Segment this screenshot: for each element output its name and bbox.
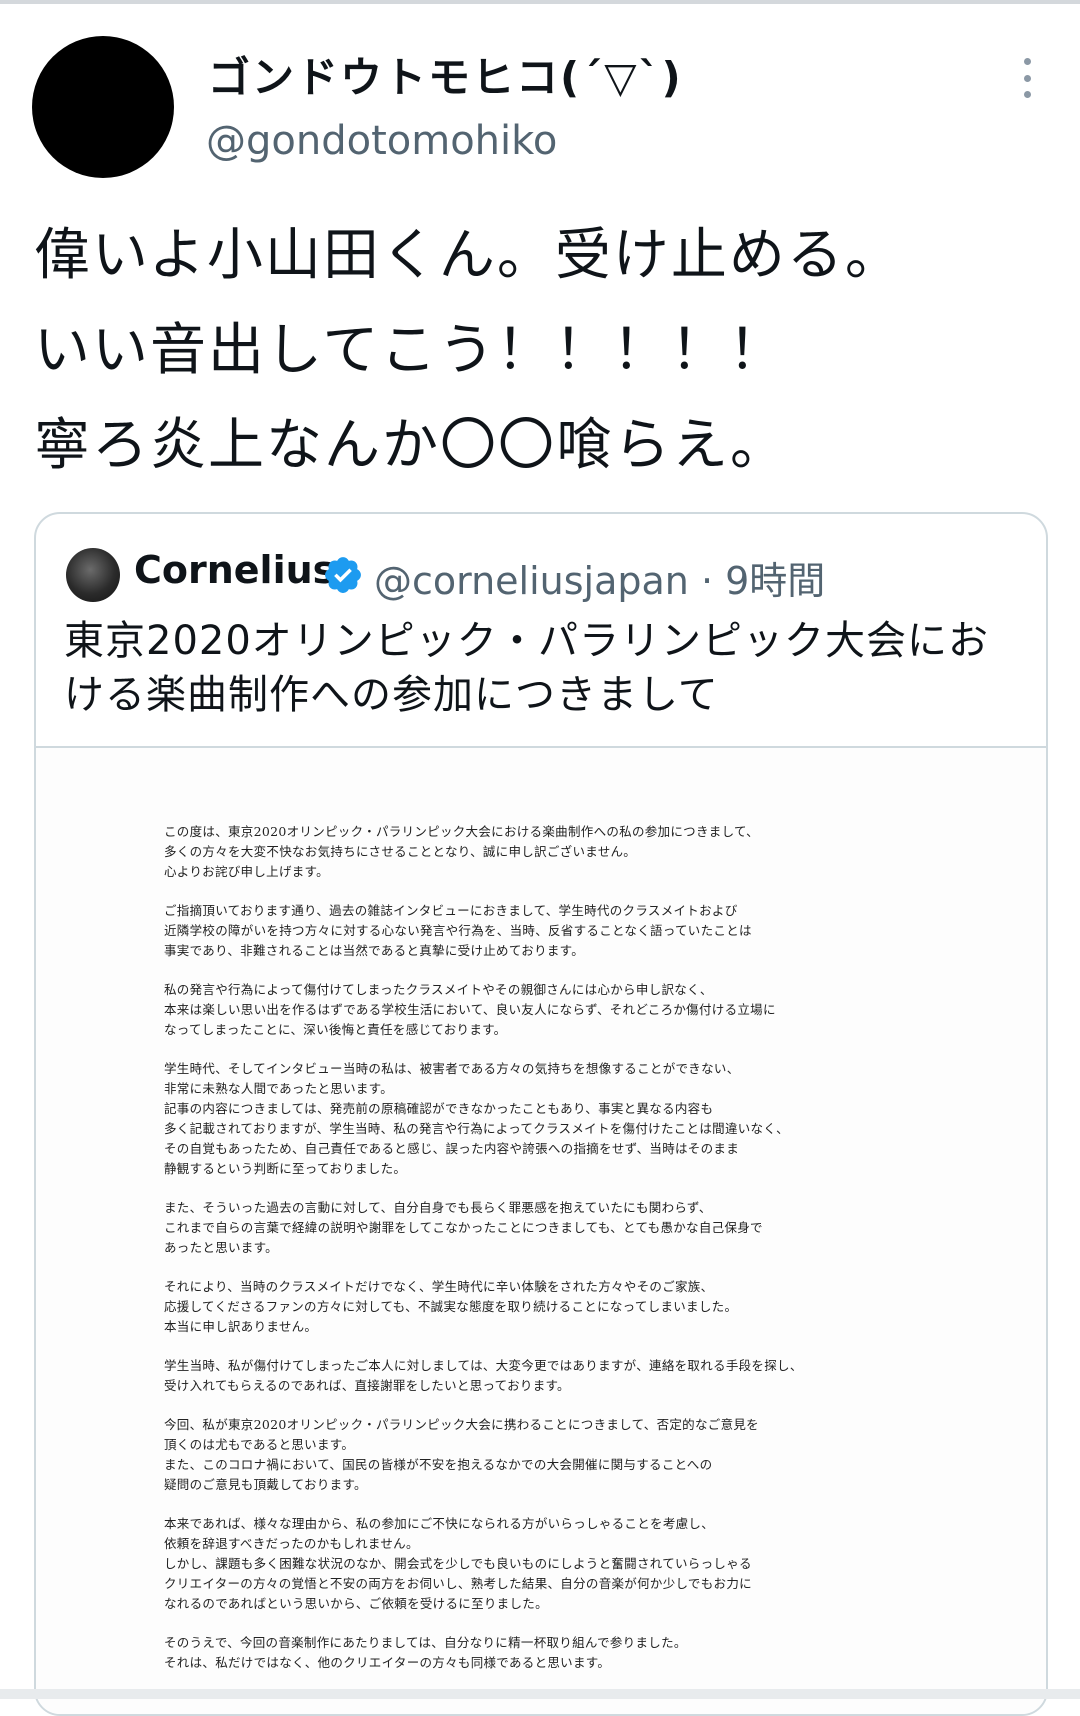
- document-line: 静観するという判断に至っておりました。: [164, 1161, 407, 1176]
- document-line: そのうえで、今回の音楽制作にあたりましては、自分なりに精一杯取り組んで参りました…: [164, 1635, 687, 1650]
- document-line: 私の発言や行為によって傷付けてしまったクラスメイトやその親御さんには心から申し訳…: [164, 982, 713, 997]
- document-line: 今回、私が東京2020オリンピック・パラリンピック大会に携わることにつきまして、…: [164, 1417, 759, 1432]
- document-line: なってしまったことに、深い後悔と責任を感じております。: [164, 1022, 507, 1037]
- verified-badge-icon: [325, 557, 361, 593]
- document-line: 多くの方々を大変不快なお気持ちにさせることとなり、誠に申し訳ございません。: [164, 844, 637, 859]
- document-line: この度は、東京2020オリンピック・パラリンピック大会における楽曲制作への私の参…: [164, 824, 759, 839]
- document-line: 疑問のご意見も頂戴しております。: [164, 1477, 367, 1492]
- more-dot: [1023, 91, 1031, 98]
- document-line: 多く記載されておりますが、学生当時、私の発言や行為によってクラスメイトを傷付けた…: [164, 1121, 789, 1136]
- author-handle[interactable]: @gondotomohiko: [206, 118, 557, 164]
- quoted-author-handle-time: @corneliusjapan · 9時間: [374, 559, 826, 603]
- more-dot: [1023, 58, 1031, 65]
- document-line: 学生時代、そしてインタビュー当時の私は、被害者である方々の気持ちを想像することが…: [164, 1061, 740, 1076]
- document-line: また、そういった過去の言動に対して、自分自身でも長らく罪悪感を抱えていたにも関わ…: [164, 1200, 712, 1215]
- document-line: 頂くのは尤もであると思います。: [164, 1437, 355, 1452]
- document-line: 本来であれば、様々な理由から、私の参加にご不快になられる方がいらっしゃることを考…: [164, 1516, 715, 1531]
- quoted-tweet-card[interactable]: Cornelius @corneliusjapan · 9時間 東京2020オリ…: [34, 512, 1048, 1716]
- document-line: ご指摘頂いております通り、過去の雑誌インタビューにおきまして、学生時代のクラスメ…: [164, 903, 738, 918]
- tweet-text: 偉いよ小山田くん。受け止める。 いい音出してこう！！！！！ 寧ろ炎上なんか〇〇喰…: [34, 208, 1044, 493]
- document-line: 近隣学校の障がいを持つ方々に対する心ない発言や行為を、当時、反省することなく語っ…: [164, 923, 752, 938]
- avatar[interactable]: [32, 36, 174, 178]
- author-display-name[interactable]: ゴンドウトモヒコ(´▽`): [208, 44, 683, 105]
- document-paragraph: ご指摘頂いております通り、過去の雑誌インタビューにおきまして、学生時代のクラスメ…: [164, 901, 924, 961]
- document-line: 応援してくださるファンの方々に対しても、不誠実な態度を取り続けることになってしま…: [164, 1299, 738, 1314]
- document-line: しかし、課題も多く困難な状況のなか、開会式を少しでも良いものにしようと奮闘されて…: [164, 1556, 752, 1571]
- more-dot: [1023, 74, 1031, 82]
- document-line: 依頼を辞退すべきだったのかもしれません。: [164, 1536, 419, 1551]
- document-paragraph: 私の発言や行為によって傷付けてしまったクラスメイトやその親御さんには心から申し訳…: [164, 980, 924, 1040]
- document-line: それにより、当時のクラスメイトだけでなく、学生時代に辛い体験をされた方々やそのご…: [164, 1279, 714, 1294]
- document-paragraph: 学生時代、そしてインタビュー当時の私は、被害者である方々の気持ちを想像することが…: [164, 1059, 924, 1179]
- document-line: 記事の内容につきましては、発売前の原稿確認ができなかったこともあり、事実と異なる…: [164, 1101, 714, 1116]
- document-line: その自覚もあったため、自己責任であると感じ、誤った内容や誇張への指摘をせず、当時…: [164, 1141, 740, 1156]
- document-line: それは、私だけではなく、他のクリエイターの方々も同様であると思います。: [164, 1655, 611, 1670]
- document-paragraph: この度は、東京2020オリンピック・パラリンピック大会における楽曲制作への私の参…: [164, 822, 924, 882]
- quoted-author-avatar: [66, 548, 120, 602]
- document-paragraph: また、そういった過去の言動に対して、自分自身でも長らく罪悪感を抱えていたにも関わ…: [164, 1198, 924, 1258]
- document-line: また、このコロナ禍において、国民の皆様が不安を抱えるなかでの大会開催に関与するこ…: [164, 1457, 713, 1472]
- quoted-tweet-text: 東京2020オリンピック・パラリンピック大会における楽曲制作への参加につきまして: [64, 618, 989, 718]
- document-line: 受け入れてもらえるのであれば、直接謝罪をしたいと思っております。: [164, 1378, 570, 1393]
- document-line: 事実であり、非難されることは当然であると真摯に受け止めております。: [164, 943, 585, 958]
- statement-document: この度は、東京2020オリンピック・パラリンピック大会における楽曲制作への私の参…: [164, 822, 924, 1692]
- document-line: クリエイターの方々の覚悟と不安の両方をお伺いし、熟考した結果、自分の音楽が何か少…: [164, 1576, 752, 1591]
- document-paragraph: 今回、私が東京2020オリンピック・パラリンピック大会に携わることにつきまして、…: [164, 1415, 924, 1495]
- document-paragraph: 学生当時、私が傷付けてしまったご本人に対しましては、大変今更ではありますが、連絡…: [164, 1356, 924, 1396]
- more-options-icon[interactable]: [1012, 58, 1042, 98]
- quoted-tweet-image[interactable]: この度は、東京2020オリンピック・パラリンピック大会における楽曲制作への私の参…: [36, 746, 1046, 1714]
- quoted-author-name: Cornelius: [134, 548, 336, 592]
- tweet-text-line: 偉いよ小山田くん。受け止める。: [34, 223, 903, 288]
- document-line: 本来は楽しい思い出を作るはずである学校生活において、良い友人にならず、それどころ…: [164, 1002, 776, 1017]
- document-line: 非常に未熟な人間であったと思います。: [164, 1081, 394, 1096]
- document-line: 心よりお詫び申し上げます。: [164, 864, 329, 879]
- document-line: 本当に申し訳ありません。: [164, 1319, 318, 1334]
- document-paragraph: それにより、当時のクラスメイトだけでなく、学生時代に辛い体験をされた方々やそのご…: [164, 1277, 924, 1337]
- tweet-text-line: 寧ろ炎上なんか〇〇喰らえ。: [34, 413, 788, 478]
- tweet: ゴンドウトモヒコ(´▽`) @gondotomohiko 偉いよ小山田くん。受け…: [0, 0, 1080, 1716]
- document-line: あったと思います。: [164, 1240, 278, 1255]
- tweet-text-line: いい音出してこう！！！！！: [34, 318, 787, 383]
- document-paragraph: 本来であれば、様々な理由から、私の参加にご不快になられる方がいらっしゃることを考…: [164, 1514, 924, 1614]
- document-line: これまで自らの言葉で経緯の説明や謝罪をしてこなかったことにつきましても、とても愚…: [164, 1220, 763, 1235]
- document-line: 学生当時、私が傷付けてしまったご本人に対しましては、大変今更ではありますが、連絡…: [164, 1358, 803, 1373]
- bottom-divider: [0, 1689, 1080, 1699]
- document-paragraph: そのうえで、今回の音楽制作にあたりましては、自分なりに精一杯取り組んで参りました…: [164, 1633, 924, 1673]
- document-line: なれるのであればという思いから、ご依頼を受けるに至りました。: [164, 1596, 548, 1611]
